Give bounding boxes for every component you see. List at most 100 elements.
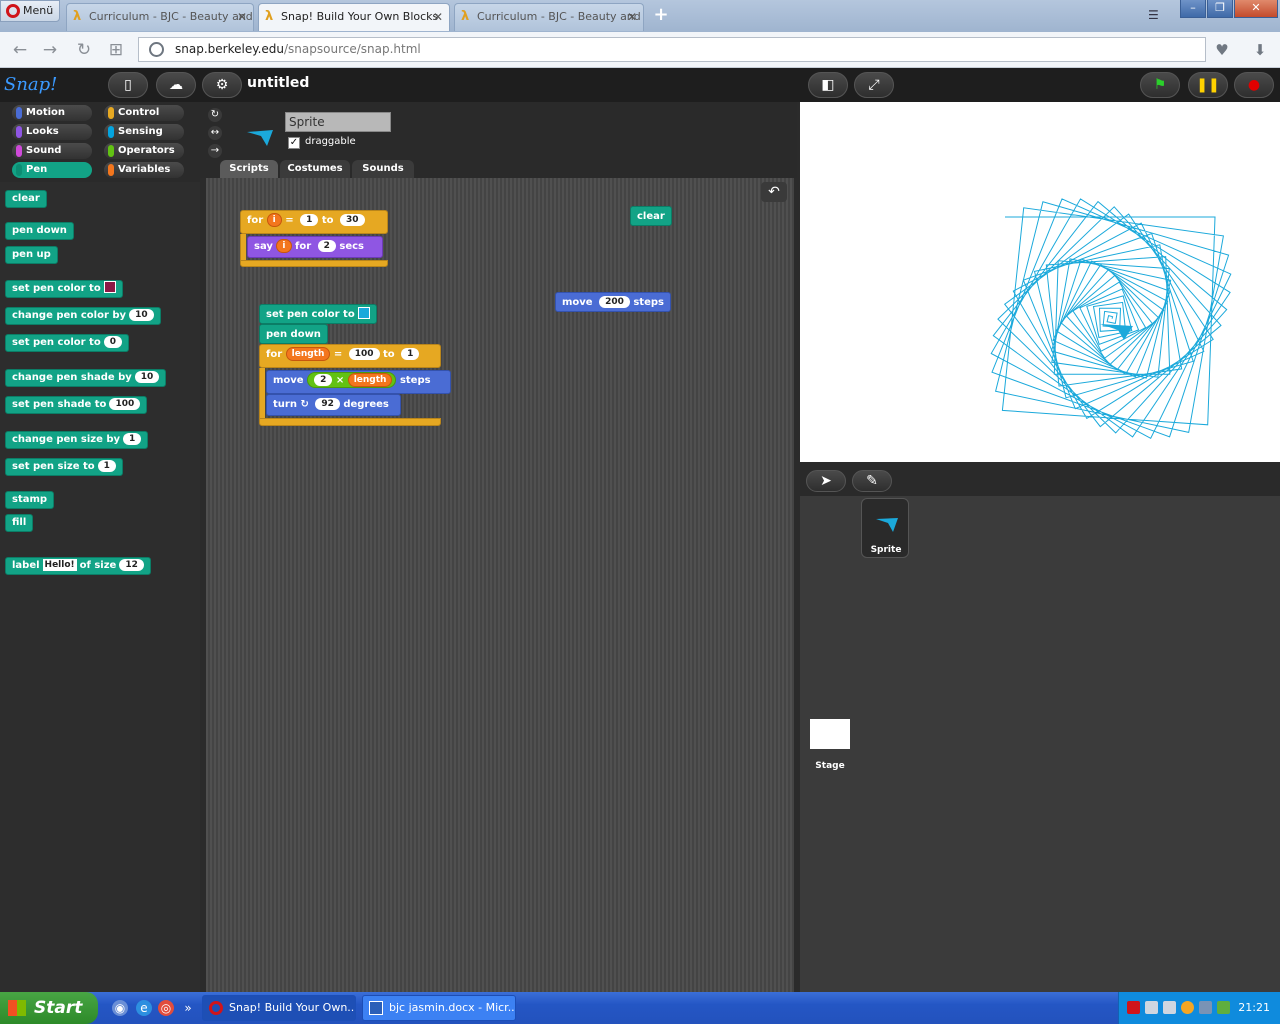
palette-change-pen-size-by-block[interactable]: change pen size by 1: [5, 431, 149, 449]
turn-degrees-block[interactable]: turn ↻ 92 degrees: [266, 394, 401, 416]
category-sound[interactable]: Sound: [12, 143, 92, 159]
sprite-thumbnail[interactable]: Sprite: [861, 498, 909, 558]
file-menu-button[interactable]: ▯: [108, 72, 148, 98]
taskbar-item-opera[interactable]: Snap! Build Your Own...: [202, 995, 356, 1021]
palette-stamp-block[interactable]: stamp: [5, 491, 55, 509]
palette-label-block[interactable]: label Hello! of size 12: [5, 557, 151, 575]
tab-close-icon[interactable]: ✕: [237, 4, 247, 30]
palette-change-pen-shade-by-block[interactable]: change pen shade by 10: [5, 369, 167, 387]
url-field[interactable]: snap.berkeley.edu/snapsource/snap.html: [138, 37, 1206, 62]
pause-button[interactable]: ❚❚: [1188, 72, 1228, 98]
category-pen[interactable]: Pen: [12, 162, 92, 178]
forward-arrow-icon[interactable]: →: [40, 40, 60, 60]
category-motion[interactable]: Motion: [12, 105, 92, 121]
browser-tab-curriculum-2[interactable]: λ Curriculum - BJC - Beauty and Joy of C…: [454, 3, 644, 31]
number-slot[interactable]: 2: [317, 240, 336, 252]
tab-menu-icon[interactable]: ☰: [1148, 8, 1164, 22]
sprite-name-input[interactable]: Sprite: [285, 112, 391, 132]
browser-tab-snap[interactable]: λ Snap! Build Your Own Blocks ✕: [258, 3, 450, 31]
script-set-pen-color-block[interactable]: set pen color to: [259, 304, 377, 324]
stage[interactable]: [800, 102, 1280, 462]
antivirus-icon[interactable]: [1127, 1001, 1140, 1014]
new-tab-plus-icon[interactable]: +: [652, 6, 670, 24]
draggable-checkbox[interactable]: ✓: [288, 137, 300, 149]
tab-close-icon[interactable]: ✕: [433, 4, 443, 30]
number-slot[interactable]: 200: [599, 296, 630, 308]
undo-drop-button[interactable]: ↶: [761, 182, 787, 202]
variable-reporter[interactable]: length: [347, 373, 393, 387]
number-slot[interactable]: 2: [314, 374, 333, 386]
settings-menu-button[interactable]: ⚙: [202, 72, 242, 98]
rotate-style-left-right-icon[interactable]: ↔: [208, 126, 222, 140]
close-window-button[interactable]: ✕: [1234, 0, 1278, 18]
category-looks[interactable]: Looks: [12, 124, 92, 140]
for-length-loop-block[interactable]: for length = 100 to 1: [259, 344, 441, 368]
color-swatch[interactable]: [357, 307, 370, 319]
number-slot[interactable]: 10: [134, 371, 160, 383]
network-icon[interactable]: [1145, 1001, 1158, 1014]
category-variables[interactable]: Variables: [104, 162, 184, 178]
back-arrow-icon[interactable]: ←: [10, 40, 30, 60]
taskbar-item-word[interactable]: bjc jasmin.docx - Micr...: [362, 995, 516, 1021]
quick-launch-overflow-icon[interactable]: »: [180, 1000, 196, 1016]
safely-remove-icon[interactable]: [1217, 1001, 1230, 1014]
palette-fill-block[interactable]: fill: [5, 514, 34, 532]
loop-variable[interactable]: i: [266, 213, 282, 227]
internet-explorer-icon[interactable]: e: [136, 1000, 152, 1016]
palette-pen-down-block[interactable]: pen down: [5, 222, 74, 240]
download-icon[interactable]: ⬇: [1250, 40, 1270, 60]
maximize-window-button[interactable]: ❐: [1207, 0, 1233, 18]
tab-scripts[interactable]: Scripts: [220, 160, 278, 178]
number-slot[interactable]: 1: [97, 460, 116, 472]
minimize-window-button[interactable]: –: [1180, 0, 1206, 18]
number-slot[interactable]: 92: [315, 398, 340, 410]
category-sensing[interactable]: Sensing: [104, 124, 184, 140]
number-slot[interactable]: 10: [129, 309, 154, 321]
palette-set-pen-color-swatch-block[interactable]: set pen color to: [5, 280, 123, 298]
tab-close-icon[interactable]: ✕: [627, 4, 637, 30]
heart-icon[interactable]: ♥: [1212, 40, 1232, 60]
multiply-reporter[interactable]: 2 × length: [307, 372, 397, 388]
update-icon[interactable]: [1181, 1001, 1194, 1014]
number-slot[interactable]: 1: [300, 214, 319, 226]
palette-set-pen-size-to-block[interactable]: set pen size to 1: [5, 458, 123, 476]
add-turtle-sprite-button[interactable]: ➤: [806, 470, 846, 492]
chrome-icon[interactable]: ◎: [158, 1000, 174, 1016]
paint-new-sprite-button[interactable]: ✎: [852, 470, 892, 492]
for-loop-block[interactable]: for i = 1 to 30: [240, 210, 388, 234]
reload-icon[interactable]: ↻: [74, 40, 94, 60]
tab-sounds[interactable]: Sounds: [352, 160, 414, 178]
number-slot[interactable]: 100: [348, 348, 380, 360]
green-flag-button[interactable]: ⚑: [1140, 72, 1180, 98]
browser-tab-curriculum-1[interactable]: λ Curriculum - BJC - Beauty and Joy of C…: [66, 3, 254, 31]
number-slot[interactable]: 30: [339, 214, 365, 226]
stage-thumbnail[interactable]: [810, 719, 850, 749]
opera-menu-button[interactable]: Menü: [0, 0, 60, 22]
cloud-menu-button[interactable]: ☁: [156, 72, 196, 98]
script-pen-down-block[interactable]: pen down: [259, 324, 328, 344]
presentation-mode-button[interactable]: ⤢: [854, 72, 894, 98]
scripts-area[interactable]: ↶ for i = 1 to 30 say i for 2 secs clear…: [206, 178, 794, 992]
snap-logo[interactable]: Snap!: [4, 72, 74, 98]
category-operators[interactable]: Operators: [104, 143, 184, 159]
palette-set-pen-color-to-block[interactable]: set pen color to 0: [5, 334, 129, 352]
loop-variable[interactable]: length: [285, 347, 331, 361]
number-slot[interactable]: 100: [109, 398, 141, 410]
number-slot[interactable]: 0: [103, 336, 122, 348]
palette-set-pen-shade-to-block[interactable]: set pen shade to 100: [5, 396, 148, 414]
palette-change-pen-color-by-block[interactable]: change pen color by 10: [5, 307, 161, 325]
say-for-secs-block[interactable]: say i for 2 secs: [247, 236, 383, 258]
site-info-icon[interactable]: [149, 42, 164, 57]
show-desktop-icon[interactable]: ◉: [112, 1000, 128, 1016]
stage-size-toggle-button[interactable]: ◧: [808, 72, 848, 98]
speed-dial-grid-icon[interactable]: ⊞: [106, 40, 126, 60]
script-move-steps-block[interactable]: move 200 steps: [555, 292, 671, 312]
text-slot[interactable]: Hello!: [42, 559, 77, 571]
variable-reporter[interactable]: i: [276, 239, 292, 253]
script-clear-block[interactable]: clear: [630, 206, 672, 226]
rotate-style-can-rotate-icon[interactable]: ↻: [208, 108, 222, 122]
number-slot[interactable]: 12: [119, 559, 144, 571]
color-swatch[interactable]: [103, 281, 116, 293]
number-slot[interactable]: 1: [401, 348, 420, 360]
number-slot[interactable]: 1: [123, 433, 142, 445]
